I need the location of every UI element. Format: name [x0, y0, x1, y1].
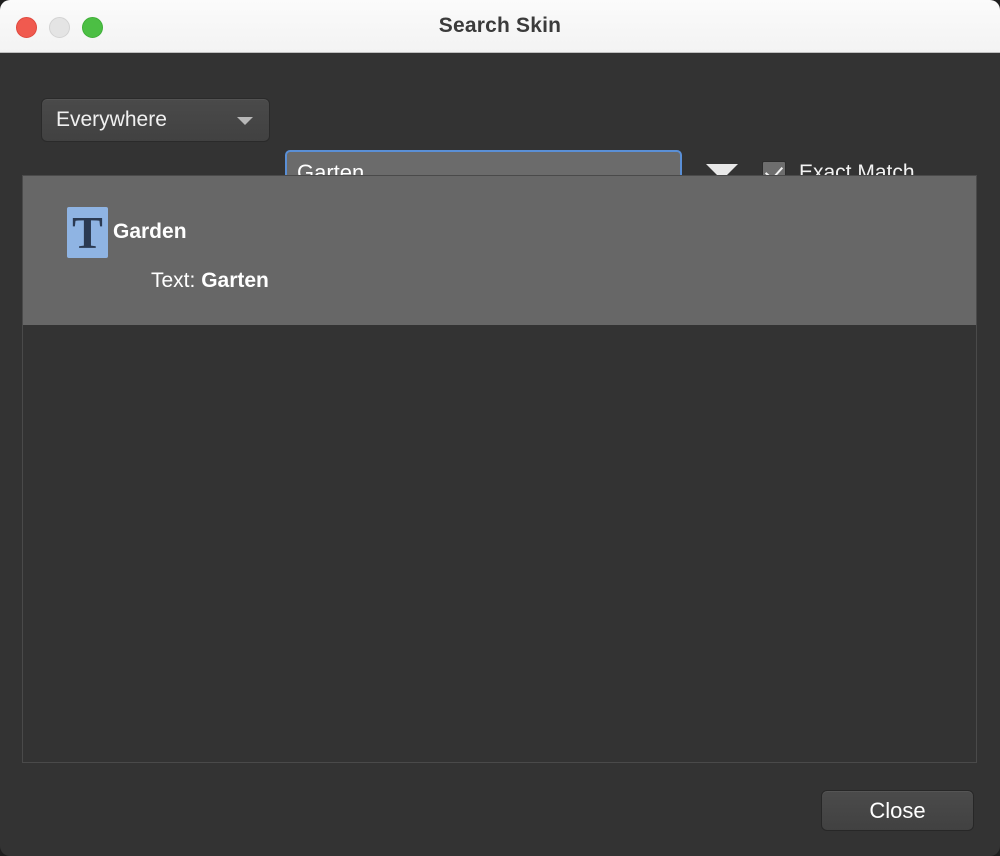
result-title: Garden	[113, 220, 187, 244]
search-toolbar: Everywhere Garten Exact Match	[0, 53, 1000, 169]
list-item[interactable]: T Garden Text: Garten	[23, 176, 976, 325]
search-results-list[interactable]: T Garden Text: Garten	[22, 175, 977, 763]
search-skin-window: Search Skin Everywhere Garten Exact Matc…	[0, 0, 1000, 856]
close-button[interactable]: Close	[821, 790, 974, 831]
text-layer-icon: T	[67, 207, 108, 258]
result-field-value: Garten	[201, 269, 269, 292]
dialog-footer: Close	[0, 763, 1000, 856]
text-layer-icon-glyph: T	[67, 207, 108, 258]
window-title: Search Skin	[0, 0, 1000, 52]
result-detail: Text: Garten	[151, 269, 269, 293]
search-scope-value: Everywhere	[56, 99, 167, 141]
result-field-label: Text:	[151, 269, 195, 292]
title-bar: Search Skin	[0, 0, 1000, 53]
search-scope-dropdown[interactable]: Everywhere	[41, 98, 270, 142]
chevron-down-icon	[237, 117, 253, 125]
